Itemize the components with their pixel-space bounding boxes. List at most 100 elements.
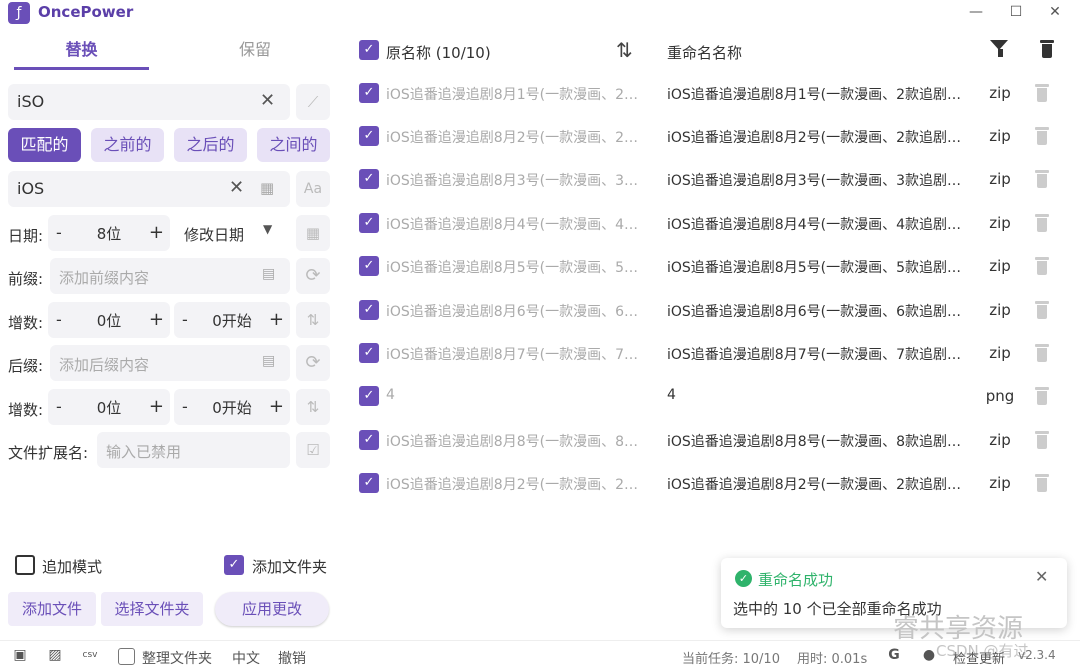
github-icon[interactable]: ● xyxy=(921,647,937,663)
table-row[interactable]: ✓ iOS追番追漫追剧8月6号(一款漫画、6款追剧、1款全能追番) iOS追番追… xyxy=(350,289,1050,332)
table-row[interactable]: ✓ iOS追番追漫追剧8月7号(一款漫画、7款追剧、1款全能追番) iOS追番追… xyxy=(350,332,1050,375)
row-checkbox[interactable]: ✓ xyxy=(359,213,379,233)
table-row[interactable]: ✓ iOS追番追漫追剧8月2号(一款漫画、2款追剧、1款全能追番) iOS追番追… xyxy=(350,115,1050,158)
clear-search-icon[interactable]: ✕ xyxy=(260,90,275,111)
row-checkbox[interactable]: ✓ xyxy=(359,386,379,406)
file-icon[interactable]: ▤ xyxy=(262,266,275,282)
image-icon[interactable]: ▨ xyxy=(47,647,63,663)
prefix-input[interactable]: 添加前缀内容 ▤ xyxy=(50,258,290,294)
organize-folder-checkbox[interactable] xyxy=(118,648,135,665)
select-folder-button[interactable]: 选择文件夹 xyxy=(101,592,203,626)
language-select[interactable]: 中文 xyxy=(232,648,260,668)
row-checkbox[interactable]: ✓ xyxy=(359,83,379,103)
suffix-input[interactable]: 添加后缀内容 ▤ xyxy=(50,345,290,381)
row-new-name: iOS追番追漫追剧8月5号(一款漫画、5款追剧、1款全能追番) xyxy=(667,260,972,276)
table-row[interactable]: ✓ iOS追番追漫追剧8月8号(一款漫画、8款追剧、1款全能追番) iOS追番追… xyxy=(350,419,1050,462)
title-bar: ƒ OncePower — ☐ ✕ xyxy=(0,0,1080,26)
row-delete-icon[interactable] xyxy=(1035,474,1049,492)
replace-input[interactable]: iOS ✕ ▦ xyxy=(8,171,290,207)
table-row[interactable]: ✓ iOS追番追漫追剧8月4号(一款漫画、4款追剧、1款全能追番) iOS追番追… xyxy=(350,202,1050,245)
append-mode-checkbox[interactable] xyxy=(15,555,35,575)
increment-start-plus[interactable]: + xyxy=(269,309,284,330)
increment-mode-icon[interactable]: ⇅ xyxy=(296,389,330,425)
row-delete-icon[interactable] xyxy=(1035,170,1049,188)
mode-before-button[interactable]: 之前的 xyxy=(91,128,164,162)
row-delete-icon[interactable] xyxy=(1035,257,1049,275)
row-new-name: iOS追番追漫追剧8月4号(一款漫画、4款追剧、1款全能追番) xyxy=(667,217,972,233)
row-delete-icon[interactable] xyxy=(1035,301,1049,319)
increment-start-stepper[interactable]: - 0开始 + xyxy=(174,302,290,338)
increment-digits-plus[interactable]: + xyxy=(149,396,164,417)
increment-mode-icon[interactable]: ⇅ xyxy=(296,302,330,338)
table-row[interactable]: ✓ iOS追番追漫追剧8月1号(一款漫画、2款追剧、1款全能追番) iOS追番追… xyxy=(350,72,1050,115)
search-input[interactable]: iSO ✕ xyxy=(8,84,290,120)
apply-changes-button[interactable]: 应用更改 xyxy=(215,592,329,626)
increment-digits-stepper[interactable]: - 0位 + xyxy=(48,302,170,338)
mode-match-button[interactable]: 匹配的 xyxy=(8,128,81,162)
gitee-icon[interactable]: G xyxy=(886,647,902,663)
table-row[interactable]: ✓ iOS追番追漫追剧8月2号(一款漫画、2款追剧、1款全能追番) iOS追番追… xyxy=(350,462,1050,505)
regex-icon[interactable]: ⟋ xyxy=(296,84,330,120)
increment-digits-stepper[interactable]: - 0位 + xyxy=(48,389,170,425)
maximize-icon[interactable]: ☐ xyxy=(1004,2,1028,22)
current-task: 当前任务: 10/10 xyxy=(682,652,780,667)
row-new-name: iOS追番追漫追剧8月7号(一款漫画、7款追剧、1款全能追番) xyxy=(667,347,972,363)
row-delete-icon[interactable] xyxy=(1035,387,1049,405)
delete-all-icon[interactable] xyxy=(1040,40,1054,58)
row-checkbox[interactable]: ✓ xyxy=(359,473,379,493)
row-checkbox[interactable]: ✓ xyxy=(359,343,379,363)
row-checkbox[interactable]: ✓ xyxy=(359,256,379,276)
table-row[interactable]: ✓ iOS追番追漫追剧8月3号(一款漫画、3款追剧、1款全能追番) iOS追番追… xyxy=(350,158,1050,201)
increment-start-plus[interactable]: + xyxy=(269,396,284,417)
row-delete-icon[interactable] xyxy=(1035,431,1049,449)
date-calendar-icon[interactable]: ▦ xyxy=(296,215,330,251)
add-folder-checkbox[interactable]: ✓ xyxy=(224,555,244,575)
row-delete-icon[interactable] xyxy=(1035,344,1049,362)
clear-replace-icon[interactable]: ✕ xyxy=(229,177,244,198)
left-panel: 替换 保留 iSO ✕ ⟋ 匹配的 之前的 之后的 之间的 iOS ✕ ▦ Aa… xyxy=(0,30,340,640)
extension-check-icon[interactable]: ☑ xyxy=(296,432,330,468)
toast-close-icon[interactable]: ✕ xyxy=(1035,567,1048,586)
select-all-checkbox[interactable]: ✓ xyxy=(359,40,379,60)
row-checkbox[interactable]: ✓ xyxy=(359,126,379,146)
refresh-icon[interactable]: ⟳ xyxy=(296,258,330,294)
row-delete-icon[interactable] xyxy=(1035,214,1049,232)
row-delete-icon[interactable] xyxy=(1035,127,1049,145)
table-row[interactable]: ✓ 4 4 png xyxy=(350,375,1050,418)
table-row[interactable]: ✓ iOS追番追漫追剧8月5号(一款漫画、5款追剧、1款全能追番) iOS追番追… xyxy=(350,245,1050,288)
refresh-icon[interactable]: ⟳ xyxy=(296,345,330,381)
check-update-button[interactable]: 检查更新 xyxy=(953,648,1005,667)
date-digits-stepper[interactable]: - 8位 + xyxy=(48,215,170,251)
suffix-label: 后缀: xyxy=(8,357,44,375)
extension-input[interactable]: 输入已禁用 xyxy=(97,432,290,468)
replace-value: iOS xyxy=(17,179,45,198)
row-checkbox[interactable]: ✓ xyxy=(359,430,379,450)
close-window-icon[interactable]: ✕ xyxy=(1043,2,1067,22)
csv-icon[interactable]: csv xyxy=(82,647,98,663)
chevron-down-icon[interactable]: ▼ xyxy=(263,222,272,236)
tab-keep[interactable]: 保留 xyxy=(190,30,320,70)
date-label: 日期: xyxy=(8,227,44,245)
undo-button[interactable]: 撤销 xyxy=(278,648,306,668)
file-icon[interactable]: ▤ xyxy=(262,353,275,369)
save-icon[interactable]: ▣ xyxy=(12,647,28,663)
row-checkbox[interactable]: ✓ xyxy=(359,300,379,320)
sort-icon[interactable]: ⇅ xyxy=(616,38,633,62)
row-new-name: iOS追番追漫追剧8月2号(一款漫画、2款追剧、1款全能追番) xyxy=(667,477,972,493)
row-original-name: iOS追番追漫追剧8月5号(一款漫画、5款追剧、1款全能追番) xyxy=(386,260,646,276)
calendar-icon[interactable]: ▦ xyxy=(260,179,274,197)
increment-start-stepper[interactable]: - 0开始 + xyxy=(174,389,290,425)
row-delete-icon[interactable] xyxy=(1035,84,1049,102)
tab-replace[interactable]: 替换 xyxy=(14,30,149,70)
minimize-icon[interactable]: — xyxy=(964,2,988,22)
mode-between-button[interactable]: 之间的 xyxy=(257,128,330,162)
row-checkbox[interactable]: ✓ xyxy=(359,169,379,189)
case-toggle-button[interactable]: Aa xyxy=(296,171,330,207)
increment-digits-plus[interactable]: + xyxy=(149,309,164,330)
add-file-button[interactable]: 添加文件 xyxy=(8,592,96,626)
row-original-name: iOS追番追漫追剧8月2号(一款漫画、2款追剧、1款全能追番) xyxy=(386,130,646,146)
mode-after-button[interactable]: 之后的 xyxy=(174,128,247,162)
date-plus-button[interactable]: + xyxy=(149,222,164,243)
row-extension: zip xyxy=(989,431,1011,449)
date-type-select[interactable]: 修改日期 xyxy=(184,224,244,245)
